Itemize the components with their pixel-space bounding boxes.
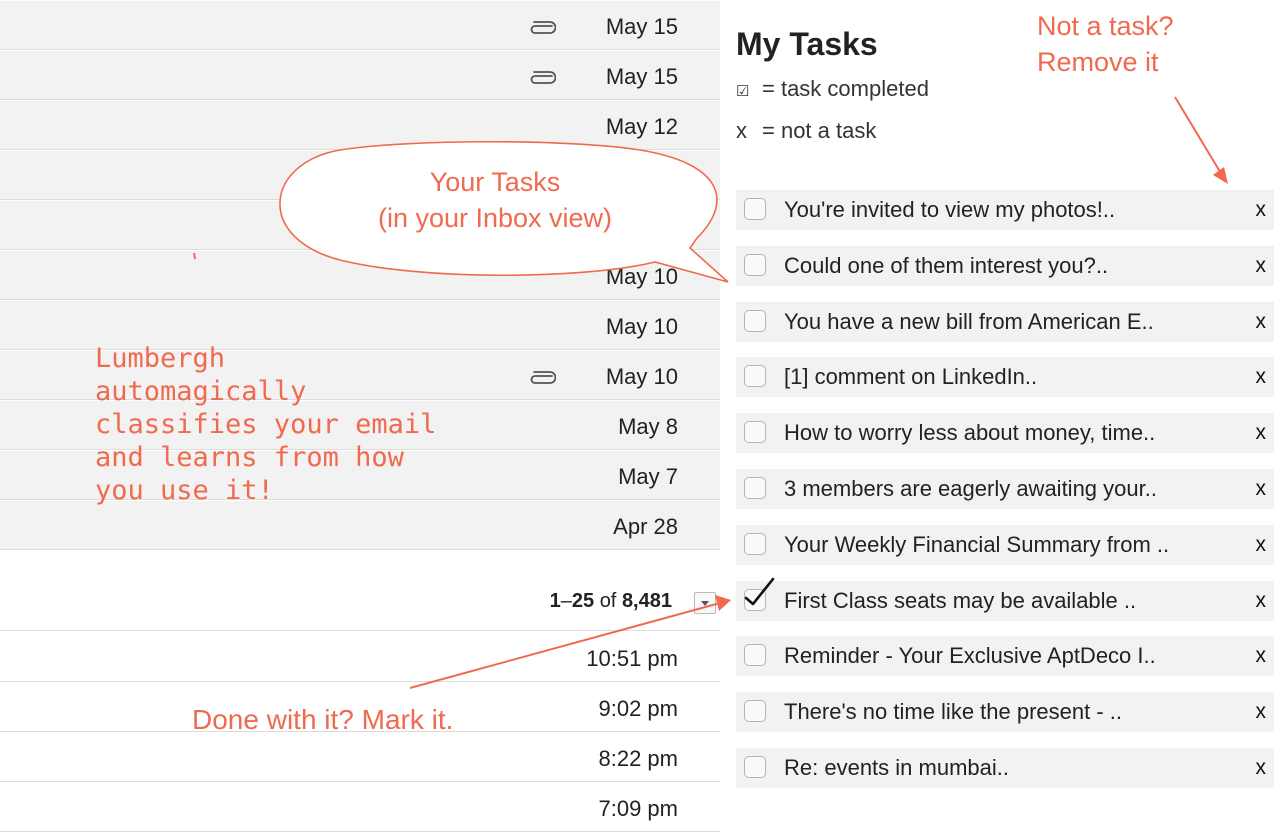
x-legend-icon: x [736,118,747,143]
pagination-count: 1–25 of 8,481 [549,590,672,612]
task-checkbox[interactable] [744,700,766,723]
row-time: 10:51 pm [586,646,678,671]
task-row: You're invited to view my photos!.. x [736,190,1274,230]
task-row: You have a new bill from American E.. x [736,301,1274,342]
remove-task-button[interactable]: x [1256,365,1267,389]
task-row: Re: events in mumbai.. x [736,748,1274,788]
task-title[interactable]: Re: events in mumbai.. [784,755,1009,781]
remove-task-button[interactable]: x [1256,477,1267,501]
remove-task-button[interactable]: x [1256,198,1267,222]
inbox-row[interactable]: May 15 [0,1,720,50]
legend-completed: ☑ = task completed [736,76,929,101]
remove-task-button[interactable]: x [1256,756,1267,780]
task-row: 3 members are eagerly awaiting your.. x [736,469,1274,509]
checkbox-legend-icon: ☑ [736,83,750,100]
attachment-icon [528,21,557,35]
inbox-row[interactable]: May 12 [0,101,720,150]
inbox-row[interactable]: 8:22 pm [0,733,720,782]
inbox-row[interactable]: 10:51 pm [0,633,720,682]
task-title[interactable]: Your Weekly Financial Summary from .. [784,532,1169,558]
task-title[interactable]: How to worry less about money, time.. [784,420,1155,446]
row-date: May 15 [605,14,678,39]
task-title[interactable]: You're invited to view my photos!.. [784,197,1115,223]
task-title[interactable]: Reminder - Your Exclusive AptDeco I.. [784,643,1156,669]
task-title[interactable]: You have a new bill from American E.. [784,309,1154,335]
task-title[interactable]: First Class seats may be available .. [784,588,1136,614]
row-date: May 8 [618,414,678,439]
row-date: May 10 [605,264,678,289]
task-checkbox[interactable] [744,756,766,778]
inbox-row[interactable]: May 10 [0,251,720,300]
inbox-row[interactable]: Apr 28 [0,501,720,550]
pagination-dropdown-button[interactable] [694,592,716,614]
task-checkbox[interactable] [744,421,766,444]
task-checkbox[interactable] [744,577,775,611]
mark-note: Done with it? Mark it. [192,704,454,735]
lumbergh-note-line: you use it! [95,475,274,506]
task-checkbox[interactable] [744,477,766,499]
remove-note: Not a task? Remove it [1037,11,1174,77]
row-date: May 12 [605,114,678,139]
task-checkbox[interactable] [744,532,766,555]
task-checkbox[interactable] [744,365,766,388]
task-title[interactable]: [1] comment on LinkedIn.. [784,364,1037,390]
task-checkbox[interactable] [744,309,766,332]
lumbergh-note-line: classifies your email [95,409,437,440]
legend-not-task: x = not a task [736,118,877,143]
row-date: May 10 [605,314,678,339]
attachment-icon [528,71,557,85]
bubble-text: Your Tasks (in your Inbox view) [377,167,613,233]
task-title[interactable]: 3 members are eagerly awaiting your.. [784,476,1157,502]
task-title[interactable]: Could one of them interest you?.. [784,253,1108,279]
task-checkbox[interactable] [744,253,766,276]
row-date: May 10 [605,364,678,389]
lumbergh-note-line: and learns from how [95,442,404,473]
row-date: May 15 [605,64,678,89]
remove-task-button[interactable]: x [1256,700,1267,724]
task-checkbox[interactable] [744,644,766,667]
task-checkbox[interactable] [744,198,766,220]
task-row: Your Weekly Financial Summary from .. x [736,524,1274,565]
remove-task-button[interactable]: x [1256,589,1267,613]
remove-task-button[interactable]: x [1256,533,1267,557]
task-row: Reminder - Your Exclusive AptDeco I.. x [736,636,1274,677]
task-row: [1] comment on LinkedIn.. x [736,357,1274,398]
task-title[interactable]: There's no time like the present - .. [784,699,1122,725]
row-date: May 7 [618,464,678,489]
attachment-icon [528,371,557,385]
task-row: First Class seats may be available .. x [736,577,1274,621]
checkmark-icon [744,577,775,605]
lumbergh-note: Lumbergh automagically classifies your ema… [95,342,436,507]
remove-task-button[interactable]: x [1256,310,1267,334]
task-row: There's no time like the present - .. x [736,692,1274,733]
inbox-row[interactable]: 7:09 pm [0,783,720,832]
lumbergh-note-line: Lumbergh [95,343,226,374]
task-row: How to worry less about money, time.. x [736,413,1274,454]
row-date: Apr 28 [613,514,678,539]
remove-task-button[interactable]: x [1256,421,1267,445]
row-time: 8:22 pm [598,746,679,771]
pagination-bar: 1–25 of 8,481 [0,550,720,631]
inbox-row[interactable]: May 15 [0,51,720,100]
tasks-title: My Tasks [736,26,878,62]
lumbergh-note-line: automagically [95,376,307,407]
task-row: Could one of them interest you?.. x [736,245,1274,286]
tasks-panel: My Tasks ☑ = task completed x = not a task… [720,0,1280,800]
row-time: 9:02 pm [598,696,679,721]
remove-task-button[interactable]: x [1256,254,1267,278]
remove-task-button[interactable]: x [1256,644,1267,668]
